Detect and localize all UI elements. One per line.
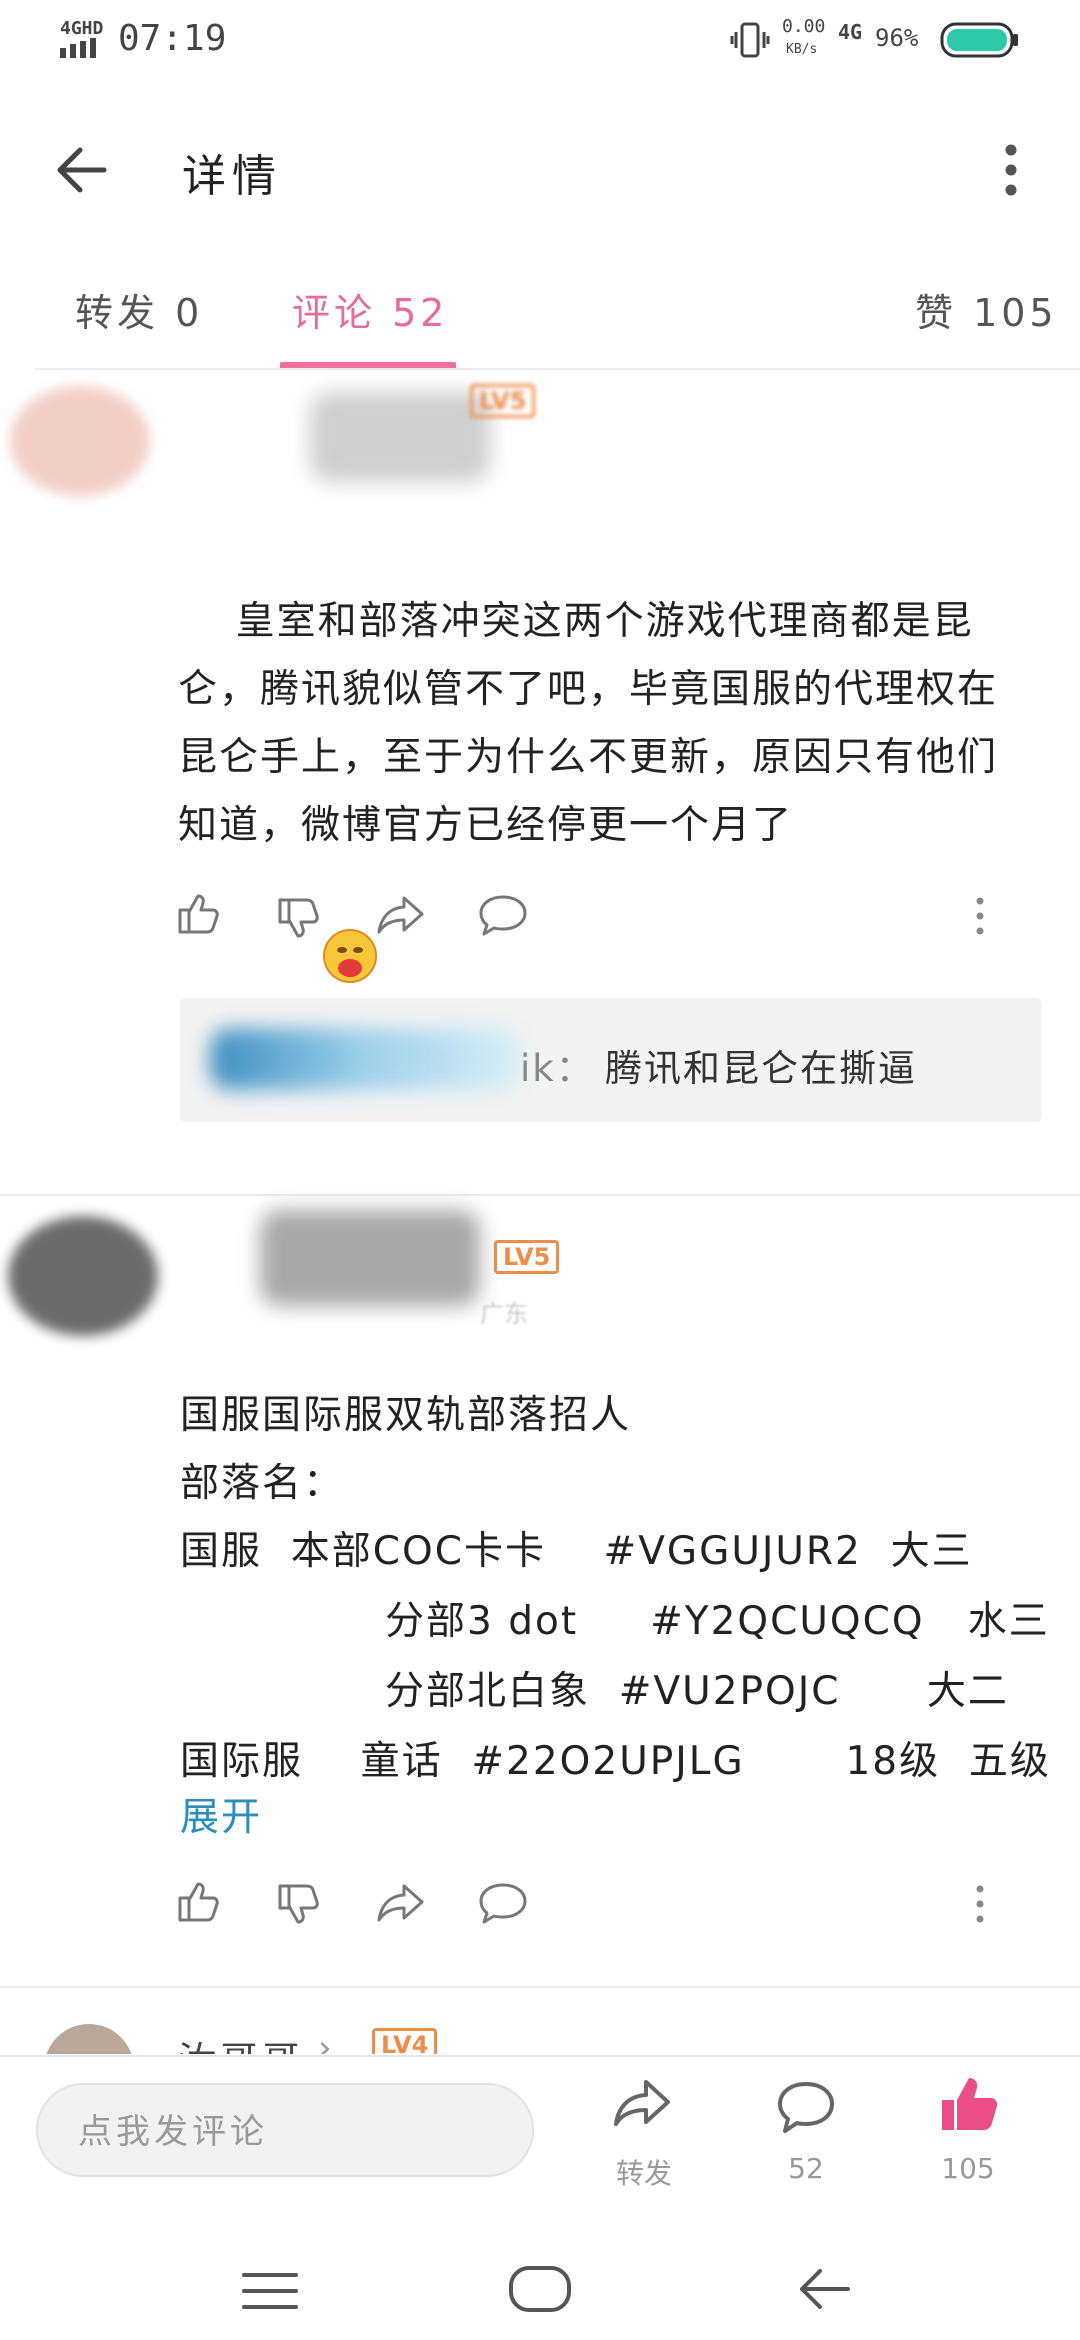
menu-icon[interactable] [242,2271,298,2315]
net-speed: 0.00 [782,16,826,37]
like-icon[interactable] [176,890,222,936]
comment-line: 国服 本部COC卡卡 #VGGUJUR2 大三 [180,1529,973,1574]
app-header: 详情 [0,110,1080,230]
chevron-right-icon: › [318,2028,332,2054]
repost-label[interactable]: 转发 [584,2152,704,2192]
like-icon[interactable] [176,1878,222,1924]
comment-line: 部落名： [180,1461,345,1506]
location: 广东 [480,1300,528,1328]
comment-more-icon[interactable] [972,1884,988,1928]
page-title: 详情 [182,151,282,202]
like-filled-icon[interactable] [938,2074,1000,2138]
dislike-icon[interactable] [276,896,322,942]
comment-text: 皇室和部落冲突这两个游戏代理商都是昆仑，腾讯貌似管不了吧，毕竟国服的代理权在昆仑… [178,599,999,848]
comment-item: LV5 皇室和部落冲突这两个游戏代理商都是昆仑，腾讯貌似管不了吧，毕竟国服的代理… [0,372,1080,1192]
vibrate-icon [730,22,770,62]
reply-name-suffix: ik： [520,1047,595,1090]
nav-back-icon[interactable] [796,2265,852,2317]
share-icon[interactable] [376,894,426,936]
reply-icon[interactable] [478,894,528,936]
network-type-left: 4GHD [60,18,104,39]
net-speed-unit: KB/s [786,42,818,57]
comment-line: 分部北白象 #VU2POJC 大二 [385,1669,1009,1714]
dislike-icon[interactable] [276,1882,322,1928]
reply-username[interactable] [210,1028,520,1090]
level-badge: LV5 [470,384,536,418]
system-nav-bar [0,2235,1080,2340]
clock: 07:19 [118,18,227,59]
comment-input[interactable]: 点我发评论 [36,2083,534,2177]
share-icon[interactable] [376,1882,426,1924]
signal-icon [60,38,104,62]
comment-line: 国际服 童话 #22O2UPJLG 18级 五级 [180,1739,1051,1784]
username[interactable]: 汝哥哥 [178,2030,304,2054]
comment-more-icon[interactable] [972,896,988,940]
avatar[interactable] [44,2024,134,2054]
comment-item: LV5 广东 国服国际服双轨部落招人 部落名： 国服 本部COC卡卡 #VGGU… [0,1196,1080,1976]
level-badge: LV5 [494,1240,560,1274]
reply-preview[interactable]: ik： 腾讯和昆仑在撕逼 [180,998,1042,1122]
tabs-divider [35,368,1080,370]
more-options-icon[interactable] [996,142,1026,202]
comment-line: 国服国际服双轨部落招人 [180,1393,632,1438]
tab-repost[interactable]: 转发 0 [75,282,203,337]
repost-icon[interactable] [612,2078,672,2136]
like-count[interactable]: 105 [908,2152,1028,2185]
expand-link[interactable]: 展开 [180,1784,262,1852]
back-arrow-icon[interactable] [52,140,112,204]
comment-line: 分部3 dot #Y2QCUQCQ 水三 [385,1599,1050,1644]
avatar[interactable] [8,1216,158,1336]
username[interactable] [310,392,490,482]
comment-icon[interactable] [776,2080,836,2140]
reply-text: 腾讯和昆仑在撕逼 [605,1047,917,1090]
home-icon[interactable] [508,2265,572,2317]
tab-likes[interactable]: 赞 105 [915,282,1058,337]
avatar[interactable] [10,386,150,496]
reply-icon[interactable] [478,1882,528,1924]
username[interactable] [260,1210,480,1306]
tab-comments[interactable]: 评论 52 [292,282,448,337]
battery-icon [940,22,1020,62]
status-bar: 4GHD 07:19 0.00 KB/s 4G 96% [0,0,1080,80]
battery-percent: 96% [875,24,919,52]
level-badge: LV4 [372,2028,438,2054]
comment-item: 汝哥哥 › LV4 [0,1988,1080,2054]
comment-count[interactable]: 52 [746,2152,866,2185]
network-type-right: 4G [838,20,863,44]
